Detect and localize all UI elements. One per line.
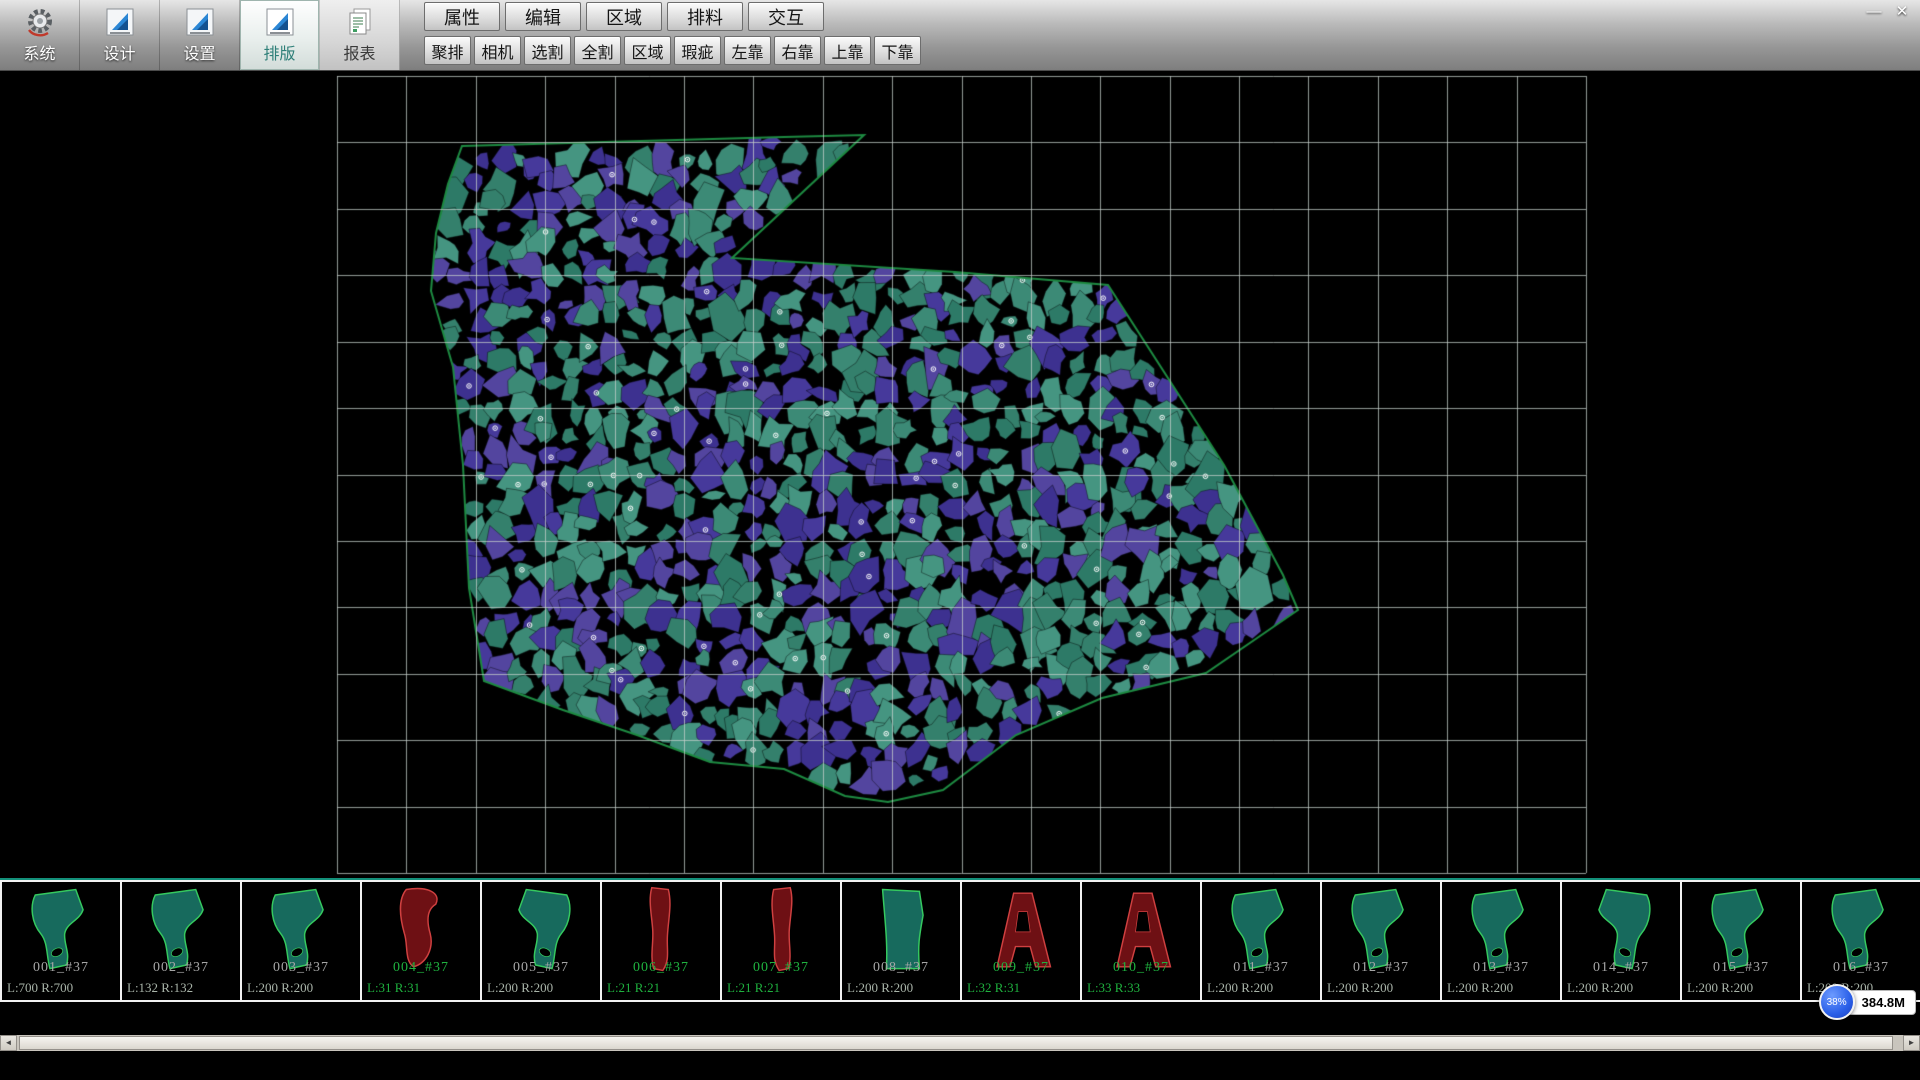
piece-counts: L:200 R:200 [1327, 980, 1393, 996]
window-controls: — ✕ [1860, 1, 1916, 23]
piece-counts: L:33 R:33 [1087, 980, 1140, 996]
piece-id: 001_#37 [2, 960, 120, 976]
report-doc-icon [344, 6, 376, 38]
tool-defect[interactable]: 瑕疵 [674, 36, 721, 65]
piece-counts: L:200 R:200 [247, 980, 313, 996]
piece-id: 002_#37 [122, 960, 240, 976]
piece-thumbnail[interactable]: 015_#37 L:200 R:200 [1682, 882, 1800, 1000]
design-sail-icon [104, 6, 136, 38]
piece-thumbnail[interactable]: 003_#37 L:200 R:200 [242, 882, 360, 1000]
app-tab-nesting[interactable]: 排版 [240, 0, 320, 70]
scroll-left-icon[interactable]: ◄ [0, 1035, 17, 1051]
app-tab-label: 设计 [103, 40, 135, 64]
app-tab-label: 排版 [263, 40, 295, 64]
menu-edit[interactable]: 编辑 [505, 2, 581, 31]
tool-align-top[interactable]: 上靠 [824, 36, 871, 65]
app-tab-system[interactable]: 系统 [0, 0, 80, 70]
pieces-filmstrip: 001_#37 L:700 R:700 002_#37 L:132 R:132 … [0, 878, 1920, 1002]
piece-thumbnail[interactable]: 009_#37 L:32 R:31 [962, 882, 1080, 1000]
tool-cut-all[interactable]: 全割 [574, 36, 621, 65]
piece-id: 005_#37 [482, 960, 600, 976]
menu-row: 属性 编辑 区域 排料 交互 [424, 2, 824, 31]
piece-thumbnail[interactable]: 005_#37 L:200 R:200 [482, 882, 600, 1000]
piece-thumbnail[interactable]: 016_#37 L:200 R:200 [1802, 882, 1920, 1000]
piece-id: 016_#37 [1802, 960, 1920, 976]
piece-thumbnail[interactable]: 002_#37 L:132 R:132 [122, 882, 240, 1000]
piece-counts: L:200 R:200 [1447, 980, 1513, 996]
piece-counts: L:21 R:21 [727, 980, 780, 996]
tool-align-left[interactable]: 左靠 [724, 36, 771, 65]
menu-interaction[interactable]: 交互 [748, 2, 824, 31]
gear-icon [24, 6, 56, 38]
piece-id: 004_#37 [362, 960, 480, 976]
piece-id: 011_#37 [1202, 960, 1320, 976]
scroll-right-icon[interactable]: ► [1903, 1035, 1920, 1051]
piece-counts: L:200 R:200 [1687, 980, 1753, 996]
piece-counts: L:200 R:200 [1207, 980, 1273, 996]
tool-row: 聚排 相机 选割 全割 区域 瑕疵 左靠 右靠 上靠 下靠 [424, 36, 921, 65]
menu-nesting[interactable]: 排料 [667, 2, 743, 31]
tool-align-bottom[interactable]: 下靠 [874, 36, 921, 65]
app-tabs: 系统 设计 设置 [0, 0, 400, 70]
memory-status: 38% 384.8M [1819, 984, 1916, 1020]
tool-select-cut[interactable]: 选割 [524, 36, 571, 65]
piece-counts: L:200 R:200 [1567, 980, 1633, 996]
horizontal-scrollbar: ◄ ► [0, 1035, 1920, 1051]
nesting-canvas[interactable] [0, 70, 1920, 878]
piece-id: 013_#37 [1442, 960, 1560, 976]
piece-thumbnail[interactable]: 001_#37 L:700 R:700 [2, 882, 120, 1000]
app-tab-label: 设置 [183, 40, 215, 64]
tool-region[interactable]: 区域 [624, 36, 671, 65]
piece-thumbnail[interactable]: 014_#37 L:200 R:200 [1562, 882, 1680, 1000]
piece-id: 015_#37 [1682, 960, 1800, 976]
toolbar: 系统 设计 设置 [0, 0, 1920, 71]
piece-id: 010_#37 [1082, 960, 1200, 976]
app-tab-label: 系统 [23, 40, 55, 64]
close-button[interactable]: ✕ [1888, 1, 1916, 23]
tool-align-right[interactable]: 右靠 [774, 36, 821, 65]
settings-sail-icon [184, 6, 216, 38]
piece-counts: L:132 R:132 [127, 980, 193, 996]
tool-camera[interactable]: 相机 [474, 36, 521, 65]
piece-thumbnail[interactable]: 012_#37 L:200 R:200 [1322, 882, 1440, 1000]
app-tab-report[interactable]: 报表 [320, 0, 400, 70]
piece-counts: L:31 R:31 [367, 980, 420, 996]
piece-id: 007_#37 [722, 960, 840, 976]
piece-id: 014_#37 [1562, 960, 1680, 976]
piece-counts: L:200 R:200 [487, 980, 553, 996]
piece-id: 009_#37 [962, 960, 1080, 976]
piece-counts: L:32 R:31 [967, 980, 1020, 996]
app-tab-settings[interactable]: 设置 [160, 0, 240, 70]
app-tab-design[interactable]: 设计 [80, 0, 160, 70]
nesting-sail-icon [264, 6, 296, 38]
piece-id: 003_#37 [242, 960, 360, 976]
tool-cluster-nest[interactable]: 聚排 [424, 36, 471, 65]
minimize-button[interactable]: — [1860, 1, 1888, 23]
piece-thumbnail[interactable]: 013_#37 L:200 R:200 [1442, 882, 1560, 1000]
piece-counts: L:700 R:700 [7, 980, 73, 996]
scrollbar-thumb[interactable] [19, 1036, 1893, 1050]
progress-badge: 38% [1819, 984, 1855, 1020]
piece-counts: L:21 R:21 [607, 980, 660, 996]
menu-properties[interactable]: 属性 [424, 2, 500, 31]
piece-thumbnail[interactable]: 010_#37 L:33 R:33 [1082, 882, 1200, 1000]
piece-id: 012_#37 [1322, 960, 1440, 976]
piece-thumbnail[interactable]: 004_#37 L:31 R:31 [362, 882, 480, 1000]
menu-region[interactable]: 区域 [586, 2, 662, 31]
piece-thumbnail[interactable]: 007_#37 L:21 R:21 [722, 882, 840, 1000]
piece-thumbnail[interactable]: 011_#37 L:200 R:200 [1202, 882, 1320, 1000]
piece-counts: L:200 R:200 [847, 980, 913, 996]
piece-thumbnail[interactable]: 006_#37 L:21 R:21 [602, 882, 720, 1000]
piece-id: 008_#37 [842, 960, 960, 976]
app-tab-label: 报表 [343, 40, 375, 64]
piece-id: 006_#37 [602, 960, 720, 976]
scrollbar-track[interactable] [17, 1035, 1903, 1051]
piece-thumbnail[interactable]: 008_#37 L:200 R:200 [842, 882, 960, 1000]
